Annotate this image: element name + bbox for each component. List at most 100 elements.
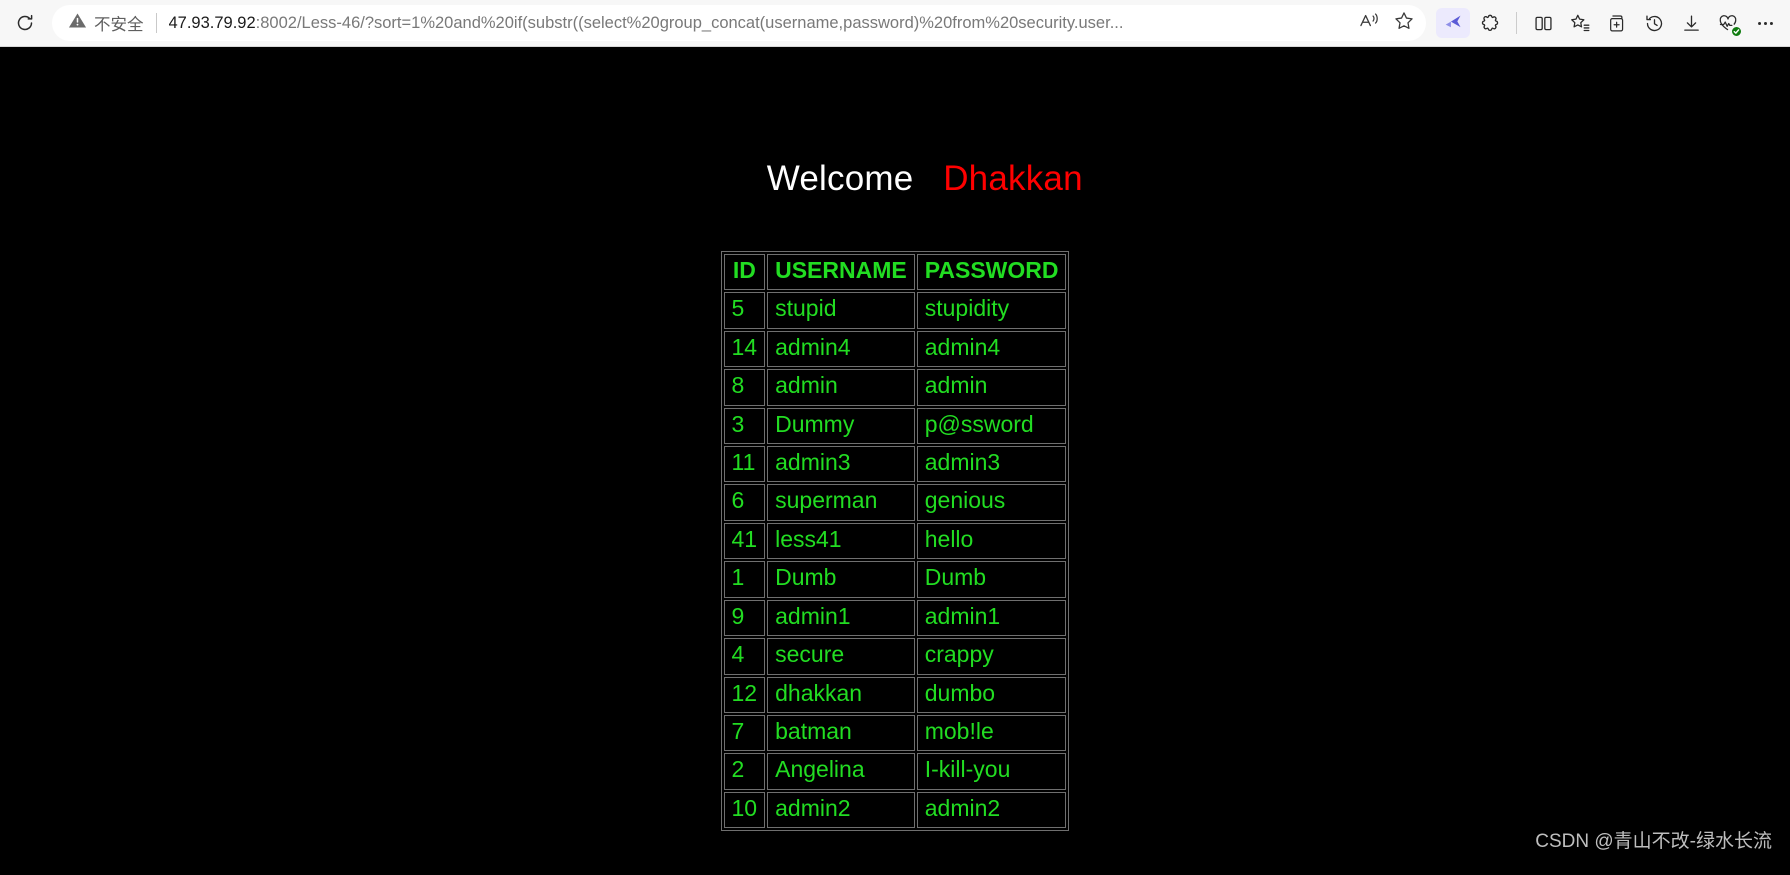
table-row: 41 less41 hello (723, 522, 1067, 560)
omnibox-actions (1354, 7, 1420, 39)
toolbar-divider (1516, 12, 1517, 34)
cell-password: admin1 (916, 599, 1067, 637)
omnibox-divider (155, 13, 157, 33)
cell-id: 8 (723, 369, 766, 406)
downloads-icon (1681, 13, 1702, 34)
cell-id: 9 (723, 599, 766, 637)
table-row: 3 Dummy p@ssword (723, 407, 1067, 444)
reload-icon (15, 13, 35, 33)
cell-username: less41 (767, 522, 915, 560)
cell-username: admin2 (767, 791, 915, 829)
favorite-star-icon (1393, 10, 1415, 37)
browser-actions (1432, 6, 1782, 40)
cell-password: admin2 (916, 791, 1067, 829)
url-text[interactable]: 47.93.79.92:8002/Less-46/?sort=1%20and%2… (169, 14, 1347, 33)
cell-password: genious (916, 484, 1067, 521)
collections-button[interactable] (1600, 6, 1634, 40)
table-row: 9 admin1 admin1 (723, 599, 1067, 637)
cell-username: Angelina (767, 753, 915, 790)
table-row: 4 secure crappy (723, 638, 1067, 675)
cell-password: admin (916, 369, 1067, 406)
cell-id: 2 (723, 753, 766, 790)
table-row: 10 admin2 admin2 (723, 791, 1067, 829)
browser-toolbar: 不安全 47.93.79.92:8002/Less-46/?sort=1%20a… (0, 0, 1790, 47)
downloads-button[interactable] (1674, 6, 1708, 40)
table-row: 2 Angelina I-kill-you (723, 753, 1067, 790)
cell-id: 4 (723, 638, 766, 675)
history-icon (1644, 13, 1665, 34)
table-header-row: ID USERNAME PASSWORD (723, 253, 1067, 291)
cell-password: admin4 (916, 330, 1067, 368)
settings-more-button[interactable] (1748, 6, 1782, 40)
essentials-status-badge (1731, 26, 1742, 37)
cell-id: 12 (723, 676, 766, 713)
table-row: 7 batman mob!le (723, 715, 1067, 752)
cell-id: 11 (723, 445, 766, 483)
extensions-icon (1480, 13, 1501, 34)
cell-password: Dumb (916, 561, 1067, 598)
table-head: ID USERNAME PASSWORD (723, 253, 1067, 291)
url-host: 47.93.79.92 (168, 13, 256, 32)
cell-password: stupidity (916, 292, 1067, 329)
cell-id: 3 (723, 407, 766, 444)
welcome-username: Dhakkan (943, 159, 1083, 199)
page-content: Welcome Dhakkan ID USERNAME PASSWORD 5st… (0, 47, 1790, 832)
cell-password: crappy (916, 638, 1067, 675)
table-row: 14 admin4 admin4 (723, 330, 1067, 368)
welcome-spacer (913, 159, 943, 198)
table-row: 11 admin3 admin3 (723, 445, 1067, 483)
table-row: 6 superman genious (723, 484, 1067, 521)
browser-essentials-button[interactable] (1711, 6, 1745, 40)
results-table: ID USERNAME PASSWORD 5 stupid stupidity 14 a… (720, 250, 1070, 832)
reload-button[interactable] (8, 6, 42, 40)
cell-username: superman (767, 484, 915, 521)
table-row: 8 admin admin (723, 369, 1067, 406)
favorites-list-icon (1569, 12, 1591, 34)
site-security-chip[interactable]: 不安全 (68, 11, 144, 35)
address-bar[interactable]: 不安全 47.93.79.92:8002/Less-46/?sort=1%20a… (52, 5, 1426, 41)
url-path: :8002/Less-46/?sort=1%20and%20if(substr(… (255, 13, 1124, 32)
history-button[interactable] (1637, 6, 1671, 40)
welcome-prefix: Welcome (766, 159, 914, 199)
favorites-button[interactable] (1563, 6, 1597, 40)
cell-password: dumbo (916, 676, 1067, 713)
cell-id: 1 (723, 561, 766, 598)
column-header-username: USERNAME (767, 253, 915, 291)
column-header-id: ID (723, 253, 766, 291)
cell-id: 7 (723, 715, 766, 752)
table-row: 5 stupid stupidity (723, 292, 1067, 329)
copilot-button[interactable] (1436, 8, 1470, 38)
read-aloud-icon (1359, 11, 1381, 36)
read-aloud-button[interactable] (1354, 7, 1386, 39)
cell-id: 5 (723, 292, 766, 329)
copilot-icon (1443, 11, 1463, 36)
cell-password: hello (916, 522, 1067, 560)
extensions-button[interactable] (1473, 6, 1507, 40)
cell-username: secure (767, 638, 915, 675)
cell-username: admin3 (767, 445, 915, 483)
cell-password: mob!le (916, 715, 1067, 752)
welcome-heading: Welcome Dhakkan (707, 119, 1083, 240)
cell-password: p@ssword (916, 407, 1067, 444)
security-label: 不安全 (94, 16, 144, 34)
cell-id: 10 (723, 791, 766, 829)
cell-id: 41 (723, 522, 766, 560)
split-screen-button[interactable] (1526, 6, 1560, 40)
watermark: CSDN @青山不改-绿水长流 (1535, 831, 1772, 852)
cell-username: admin (767, 369, 915, 406)
cell-username: dhakkan (767, 676, 915, 713)
table-row: 12 dhakkan dumbo (723, 676, 1067, 713)
cell-password: admin3 (916, 445, 1067, 483)
page-body: Welcome Dhakkan ID USERNAME PASSWORD 5st… (0, 47, 1790, 875)
warning-triangle-icon (68, 11, 87, 35)
cell-username: admin1 (767, 599, 915, 637)
cell-username: batman (767, 715, 915, 752)
table-body: 5 stupid stupidity 14 admin4 admin4 8 admin admi… (723, 292, 1067, 829)
settings-more-icon (1755, 13, 1776, 34)
add-favorite-button[interactable] (1388, 7, 1420, 39)
cell-id: 14 (723, 330, 766, 368)
collections-icon (1607, 13, 1628, 34)
cell-id: 6 (723, 484, 766, 521)
cell-username: admin4 (767, 330, 915, 368)
table-row: 1 Dumb Dumb (723, 561, 1067, 598)
